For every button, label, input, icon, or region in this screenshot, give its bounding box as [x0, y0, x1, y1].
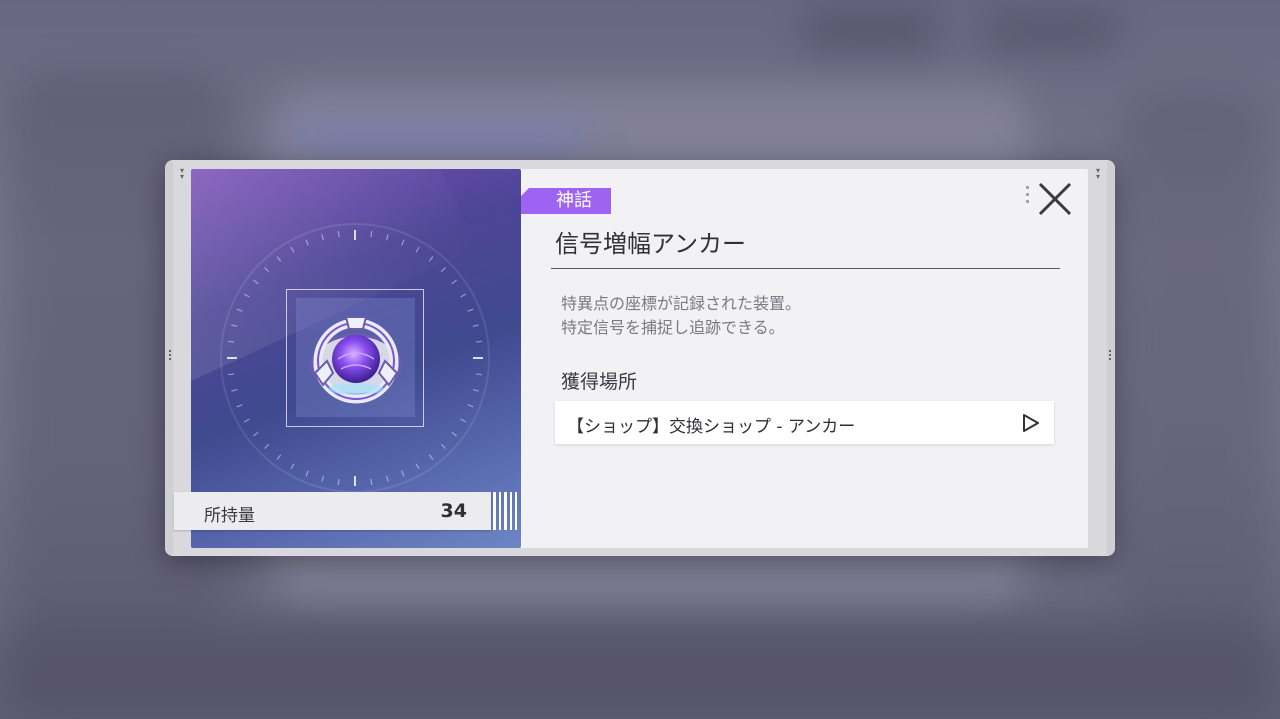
- dial-tick: [264, 443, 270, 449]
- dial-tick: [290, 246, 295, 253]
- quantity-value: 34: [440, 500, 467, 522]
- dial-tick: [451, 431, 457, 437]
- dial-tick: [231, 388, 238, 392]
- dial-tick: [460, 293, 467, 298]
- dial-tick: [428, 256, 434, 262]
- item-description: 特異点の座標が記録された装置。 特定信号を捕捉し追跡できる。: [561, 292, 801, 340]
- dial-tick: [236, 404, 243, 408]
- item-name: 信号増幅アンカー: [555, 230, 747, 258]
- dial-tick: [253, 279, 259, 285]
- dial-tick: [337, 478, 340, 485]
- dial-tick: [472, 324, 479, 328]
- dial-tick: [243, 293, 250, 298]
- description-line: 特定信号を捕捉し追跡できる。: [561, 318, 785, 337]
- acquisition-source-button[interactable]: 【ショップ】交換ショップ - アンカー: [555, 401, 1054, 444]
- dial-tick: [475, 340, 482, 343]
- dial-tick: [440, 443, 446, 449]
- dial-tick: [428, 454, 434, 460]
- dial-tick: [451, 279, 457, 285]
- quantity-stripes: [493, 492, 517, 530]
- dial-tick: [264, 267, 270, 273]
- dial-tick: [276, 256, 282, 262]
- close-dots-icon: [1026, 186, 1029, 207]
- dial-tick: [415, 463, 420, 470]
- dial-tick: [228, 373, 235, 376]
- dial-tick: [290, 463, 295, 470]
- dial-tick: [321, 475, 325, 482]
- dial-tick: [467, 308, 474, 312]
- acquisition-title: 獲得場所: [561, 371, 638, 393]
- dial-tick: [253, 431, 259, 437]
- dial-tick: [440, 267, 446, 273]
- dial-tick: [401, 239, 405, 246]
- dial-tick: [276, 454, 282, 460]
- dial-tick: [305, 470, 309, 477]
- dial-tick: [472, 388, 479, 392]
- dial-tick: [385, 234, 389, 241]
- dial-tick: [236, 308, 243, 312]
- frame-chevron-icon: ▾ ▾: [1095, 166, 1100, 181]
- frame-grip-icon: [169, 348, 172, 362]
- frame-grip-icon: [1109, 348, 1112, 362]
- dial-tick: [385, 475, 389, 482]
- play-arrow-icon: [1023, 414, 1039, 432]
- dial-tick: [231, 324, 238, 328]
- quantity-label: 所持量: [204, 506, 255, 526]
- dial-tick: [305, 239, 309, 246]
- description-line: 特異点の座標が記録された装置。: [561, 294, 802, 313]
- dial-tick: [460, 418, 467, 423]
- dial-tick: [321, 234, 325, 241]
- dial-tick: [370, 231, 373, 238]
- frame-chevron-icon: ▾ ▾: [180, 166, 185, 181]
- acquisition-source-label: 【ショップ】交換ショップ - アンカー: [567, 417, 856, 437]
- rarity-badge: 神話: [521, 188, 611, 214]
- dial-tick: [415, 246, 420, 253]
- dial-tick: [401, 470, 405, 477]
- dial-tick: [243, 418, 250, 423]
- quantity-bar: 所持量 34: [174, 492, 491, 530]
- signal-amplifier-anchor-icon: [310, 316, 402, 404]
- dial-tick: [337, 231, 340, 238]
- dial-tick: [228, 340, 235, 343]
- close-icon[interactable]: [1036, 180, 1074, 218]
- divider: [551, 268, 1060, 269]
- dial-tick: [370, 478, 373, 485]
- dial-tick: [467, 404, 474, 408]
- dial-tick: [475, 373, 482, 376]
